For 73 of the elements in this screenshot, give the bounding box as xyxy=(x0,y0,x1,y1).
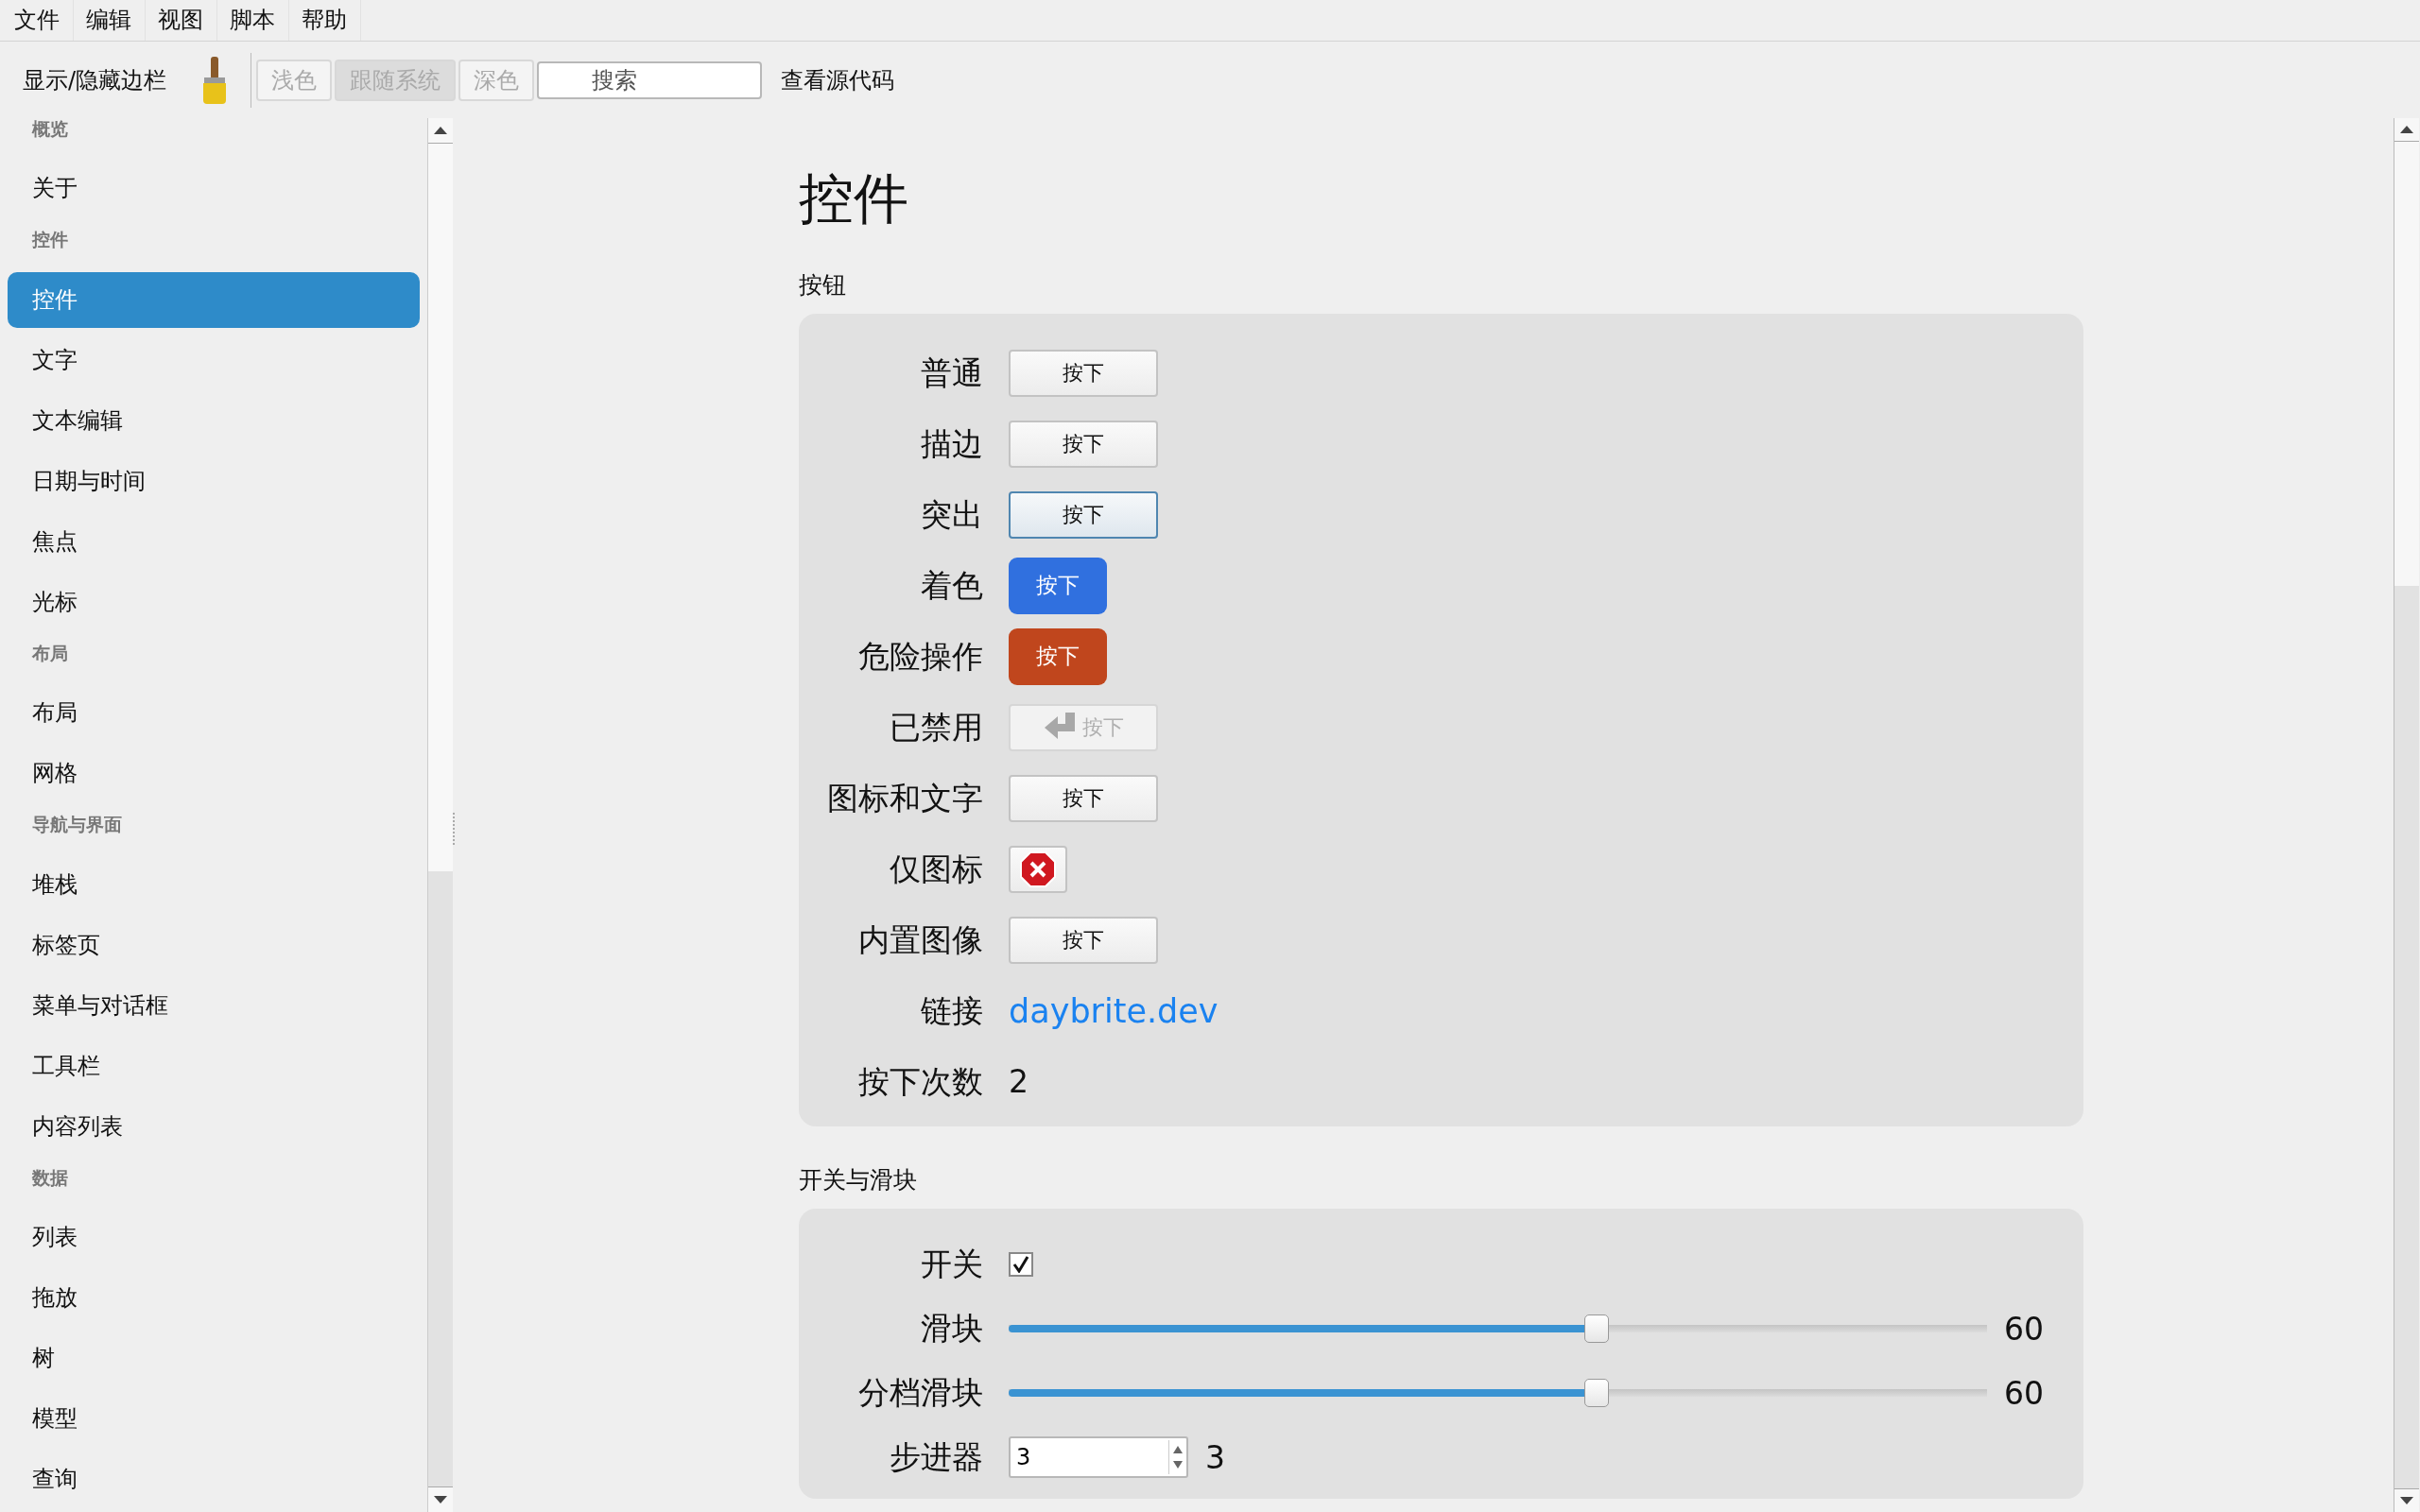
row-label: 普通 xyxy=(921,353,983,392)
section-title: 按钮 xyxy=(799,270,846,301)
sidebar-item[interactable]: 文本编辑 xyxy=(8,392,420,449)
menu-item[interactable]: 帮助 xyxy=(289,0,361,41)
sidebar-item[interactable]: 拖放 xyxy=(8,1270,420,1327)
menu-item[interactable]: 编辑 xyxy=(74,0,146,41)
row-label: 图标和文字 xyxy=(827,779,983,817)
error-icon xyxy=(1019,850,1057,888)
press-button[interactable]: 按下 xyxy=(1009,916,1158,964)
row-label: 链接 xyxy=(921,991,983,1030)
sidebar-toggle[interactable]: 显示/隐藏边栏 xyxy=(23,64,167,95)
spin-box[interactable]: 3 xyxy=(1009,1436,1188,1478)
row-label: 着色 xyxy=(921,566,983,605)
row-label: 步进器 xyxy=(890,1438,983,1476)
sidebar-item[interactable]: 菜单与对话框 xyxy=(8,977,420,1034)
checkbox[interactable] xyxy=(1009,1252,1033,1277)
sidebar-item[interactable]: 光标 xyxy=(8,574,420,630)
row-label: 突出 xyxy=(921,495,983,534)
sidebar-item[interactable]: 查询 xyxy=(8,1452,420,1508)
press-button[interactable]: 按下 xyxy=(1009,774,1158,822)
slider-value: 60 xyxy=(2004,1374,2045,1412)
menu-item[interactable]: 脚本 xyxy=(217,0,289,41)
row-label: 滑块 xyxy=(921,1310,983,1348)
row-label: 描边 xyxy=(921,424,983,463)
scrollbar[interactable] xyxy=(2394,118,2419,1512)
sidebar-item[interactable]: 焦点 xyxy=(8,513,420,570)
down-arrow-icon[interactable] xyxy=(434,1496,447,1503)
sidebar-item[interactable]: 内容列表 xyxy=(8,1098,420,1155)
row-label: 已禁用 xyxy=(890,708,983,747)
page-title: 控件 xyxy=(799,165,908,232)
up-arrow-icon[interactable] xyxy=(2400,126,2413,133)
sidebar-item[interactable]: 布局 xyxy=(8,685,420,742)
icon-button[interactable] xyxy=(1009,845,1067,893)
row-label: 分档滑块 xyxy=(858,1374,983,1412)
stepper-value: 3 xyxy=(1205,1438,1226,1476)
sidebar-item[interactable]: 关于 xyxy=(8,161,420,217)
press-count: 2 xyxy=(1009,1063,1028,1100)
sidebar-section-header: 布局 xyxy=(31,641,69,665)
sidebar-item[interactable]: 控件 xyxy=(8,271,420,328)
row-label: 仅图标 xyxy=(890,850,983,888)
row-label: 按下次数 xyxy=(858,1062,983,1101)
sidebar-section-header: 概览 xyxy=(30,117,69,141)
section-title: 开关与滑块 xyxy=(799,1165,917,1195)
sidebar-item[interactable]: 标签页 xyxy=(8,917,420,973)
sidebar-item[interactable]: 模型 xyxy=(8,1391,420,1448)
up-arrow-icon[interactable] xyxy=(434,127,447,134)
sidebar-item[interactable]: 堆栈 xyxy=(8,856,420,913)
sidebar-item[interactable]: 工具栏 xyxy=(8,1038,420,1094)
slider-handle[interactable] xyxy=(1584,1314,1609,1343)
menu-item[interactable]: 文件 xyxy=(2,0,74,41)
sidebar-section-header: 导航与界面 xyxy=(31,813,123,837)
slider-value: 60 xyxy=(2004,1310,2045,1348)
sidebar-item[interactable]: 树 xyxy=(8,1331,420,1387)
sidebar-section-header: 控件 xyxy=(30,228,69,252)
press-button[interactable]: 按下 xyxy=(1009,420,1158,468)
row-label: 危险操作 xyxy=(858,637,983,676)
search-field[interactable]: 搜索 xyxy=(537,60,763,99)
press-button[interactable]: 按下 xyxy=(1009,349,1158,397)
down-arrow-icon[interactable] xyxy=(2400,1497,2413,1504)
slider-handle[interactable] xyxy=(1584,1379,1609,1407)
sidebar-item[interactable]: 网格 xyxy=(8,746,420,802)
press-button[interactable]: 按下 xyxy=(1009,490,1158,539)
sidebar-section-header: 数据 xyxy=(31,1165,69,1190)
scrollbar[interactable] xyxy=(427,118,453,1512)
view-source-link[interactable]: 查看源代码 xyxy=(781,64,895,95)
sidebar-item[interactable]: 列表 xyxy=(8,1210,420,1266)
sidebar-item[interactable]: 文字 xyxy=(8,332,420,388)
sidebar-item[interactable]: 日期与时间 xyxy=(8,453,420,509)
press-button[interactable]: 按下 xyxy=(1009,557,1107,614)
menu-item[interactable]: 视图 xyxy=(146,0,217,41)
row-label: 内置图像 xyxy=(858,920,983,959)
row-label: 开关 xyxy=(921,1246,983,1283)
press-button[interactable]: 按下 xyxy=(1009,627,1107,685)
